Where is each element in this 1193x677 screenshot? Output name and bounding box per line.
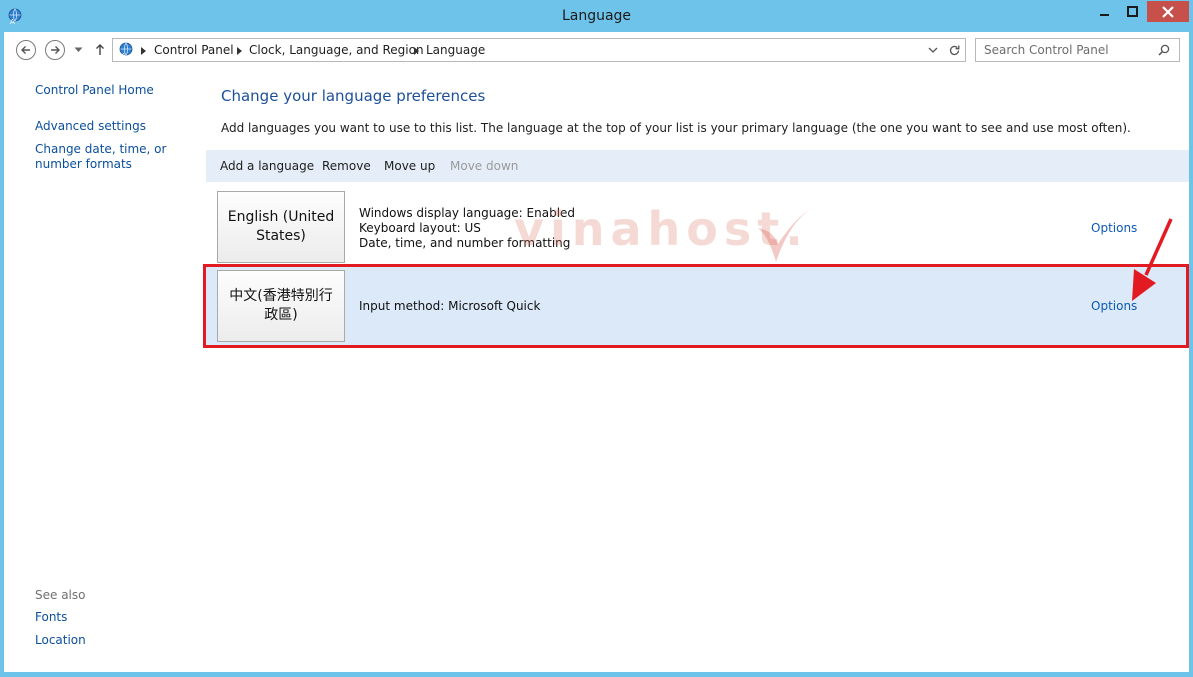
breadcrumb-separator (414, 47, 419, 55)
svg-text:A: A (121, 52, 126, 59)
add-language-button[interactable]: Add a language (220, 159, 314, 173)
language-details: Windows display language: Enabled Keyboa… (359, 206, 575, 251)
back-arrow-icon (21, 46, 30, 54)
breadcrumb-separator (141, 47, 146, 55)
language-toolbar: Add a language Remove Move up Move down (206, 150, 1189, 182)
remove-button[interactable]: Remove (322, 159, 371, 173)
location-link[interactable]: Location (35, 633, 86, 648)
input-method-status: Input method: Microsoft Quick (359, 299, 541, 313)
breadcrumb-control-panel[interactable]: Control Panel (154, 43, 234, 57)
search-icon[interactable] (1158, 44, 1170, 56)
language-details: Input method: Microsoft Quick (359, 299, 540, 314)
window-title: Language (561, 8, 632, 24)
up-arrow-icon[interactable] (95, 43, 105, 56)
see-also-label: See also (35, 588, 86, 602)
language-name-tile[interactable]: English (United States) (217, 191, 345, 263)
formatting-status: Date, time, and number formatting (359, 236, 571, 250)
minimize-button[interactable] (1091, 1, 1119, 22)
forward-button[interactable] (45, 40, 65, 60)
language-list-item[interactable]: 中文(香港特別行政區) Input method: Microsoft Quic… (206, 267, 1189, 345)
advanced-settings-link[interactable]: Advanced settings (35, 119, 146, 134)
options-link-chinese[interactable]: Options (1091, 299, 1137, 313)
refresh-icon[interactable] (948, 44, 961, 57)
minimize-icon (1100, 13, 1109, 16)
close-button[interactable] (1147, 1, 1189, 22)
change-date-time-number-formats-link[interactable]: Change date, time, or number formats (35, 142, 205, 172)
title-bar[interactable]: A Language (0, 0, 1193, 32)
options-link-english[interactable]: Options (1091, 221, 1137, 235)
page-description: Add languages you want to use to this li… (221, 121, 1131, 135)
page-title: Change your language preferences (221, 87, 486, 105)
search-input[interactable] (976, 39, 1156, 61)
language-list-item[interactable]: English (United States) Windows display … (206, 191, 1189, 269)
breadcrumb-language[interactable]: Language (426, 43, 485, 57)
language-window: A Language A Control Panel Clock, Langua… (0, 0, 1193, 677)
language-name-tile[interactable]: 中文(香港特別行政區) (217, 270, 345, 342)
move-down-button: Move down (450, 159, 519, 173)
control-panel-icon: A (119, 42, 133, 59)
keyboard-layout-status: Keyboard layout: US (359, 221, 481, 235)
search-box[interactable] (975, 38, 1180, 62)
chevron-down-icon[interactable] (74, 47, 83, 53)
forward-arrow-icon (51, 46, 60, 54)
back-button[interactable] (16, 40, 36, 60)
control-panel-home-link[interactable]: Control Panel Home (35, 83, 154, 98)
window-client-area: A Control Panel Clock, Language, and Reg… (4, 32, 1189, 672)
close-icon (1162, 5, 1174, 18)
display-language-status: Windows display language: Enabled (359, 206, 576, 220)
breadcrumb-clock-language-region[interactable]: Clock, Language, and Region (249, 43, 424, 57)
address-bar[interactable]: A Control Panel Clock, Language, and Reg… (112, 38, 966, 62)
move-up-button[interactable]: Move up (384, 159, 435, 173)
breadcrumb-separator (237, 47, 242, 55)
maximize-button[interactable] (1119, 1, 1147, 22)
navigation-bar: A Control Panel Clock, Language, and Reg… (4, 32, 1189, 68)
fonts-link[interactable]: Fonts (35, 610, 67, 625)
maximize-icon (1127, 5, 1138, 17)
chevron-down-icon[interactable] (928, 47, 938, 54)
